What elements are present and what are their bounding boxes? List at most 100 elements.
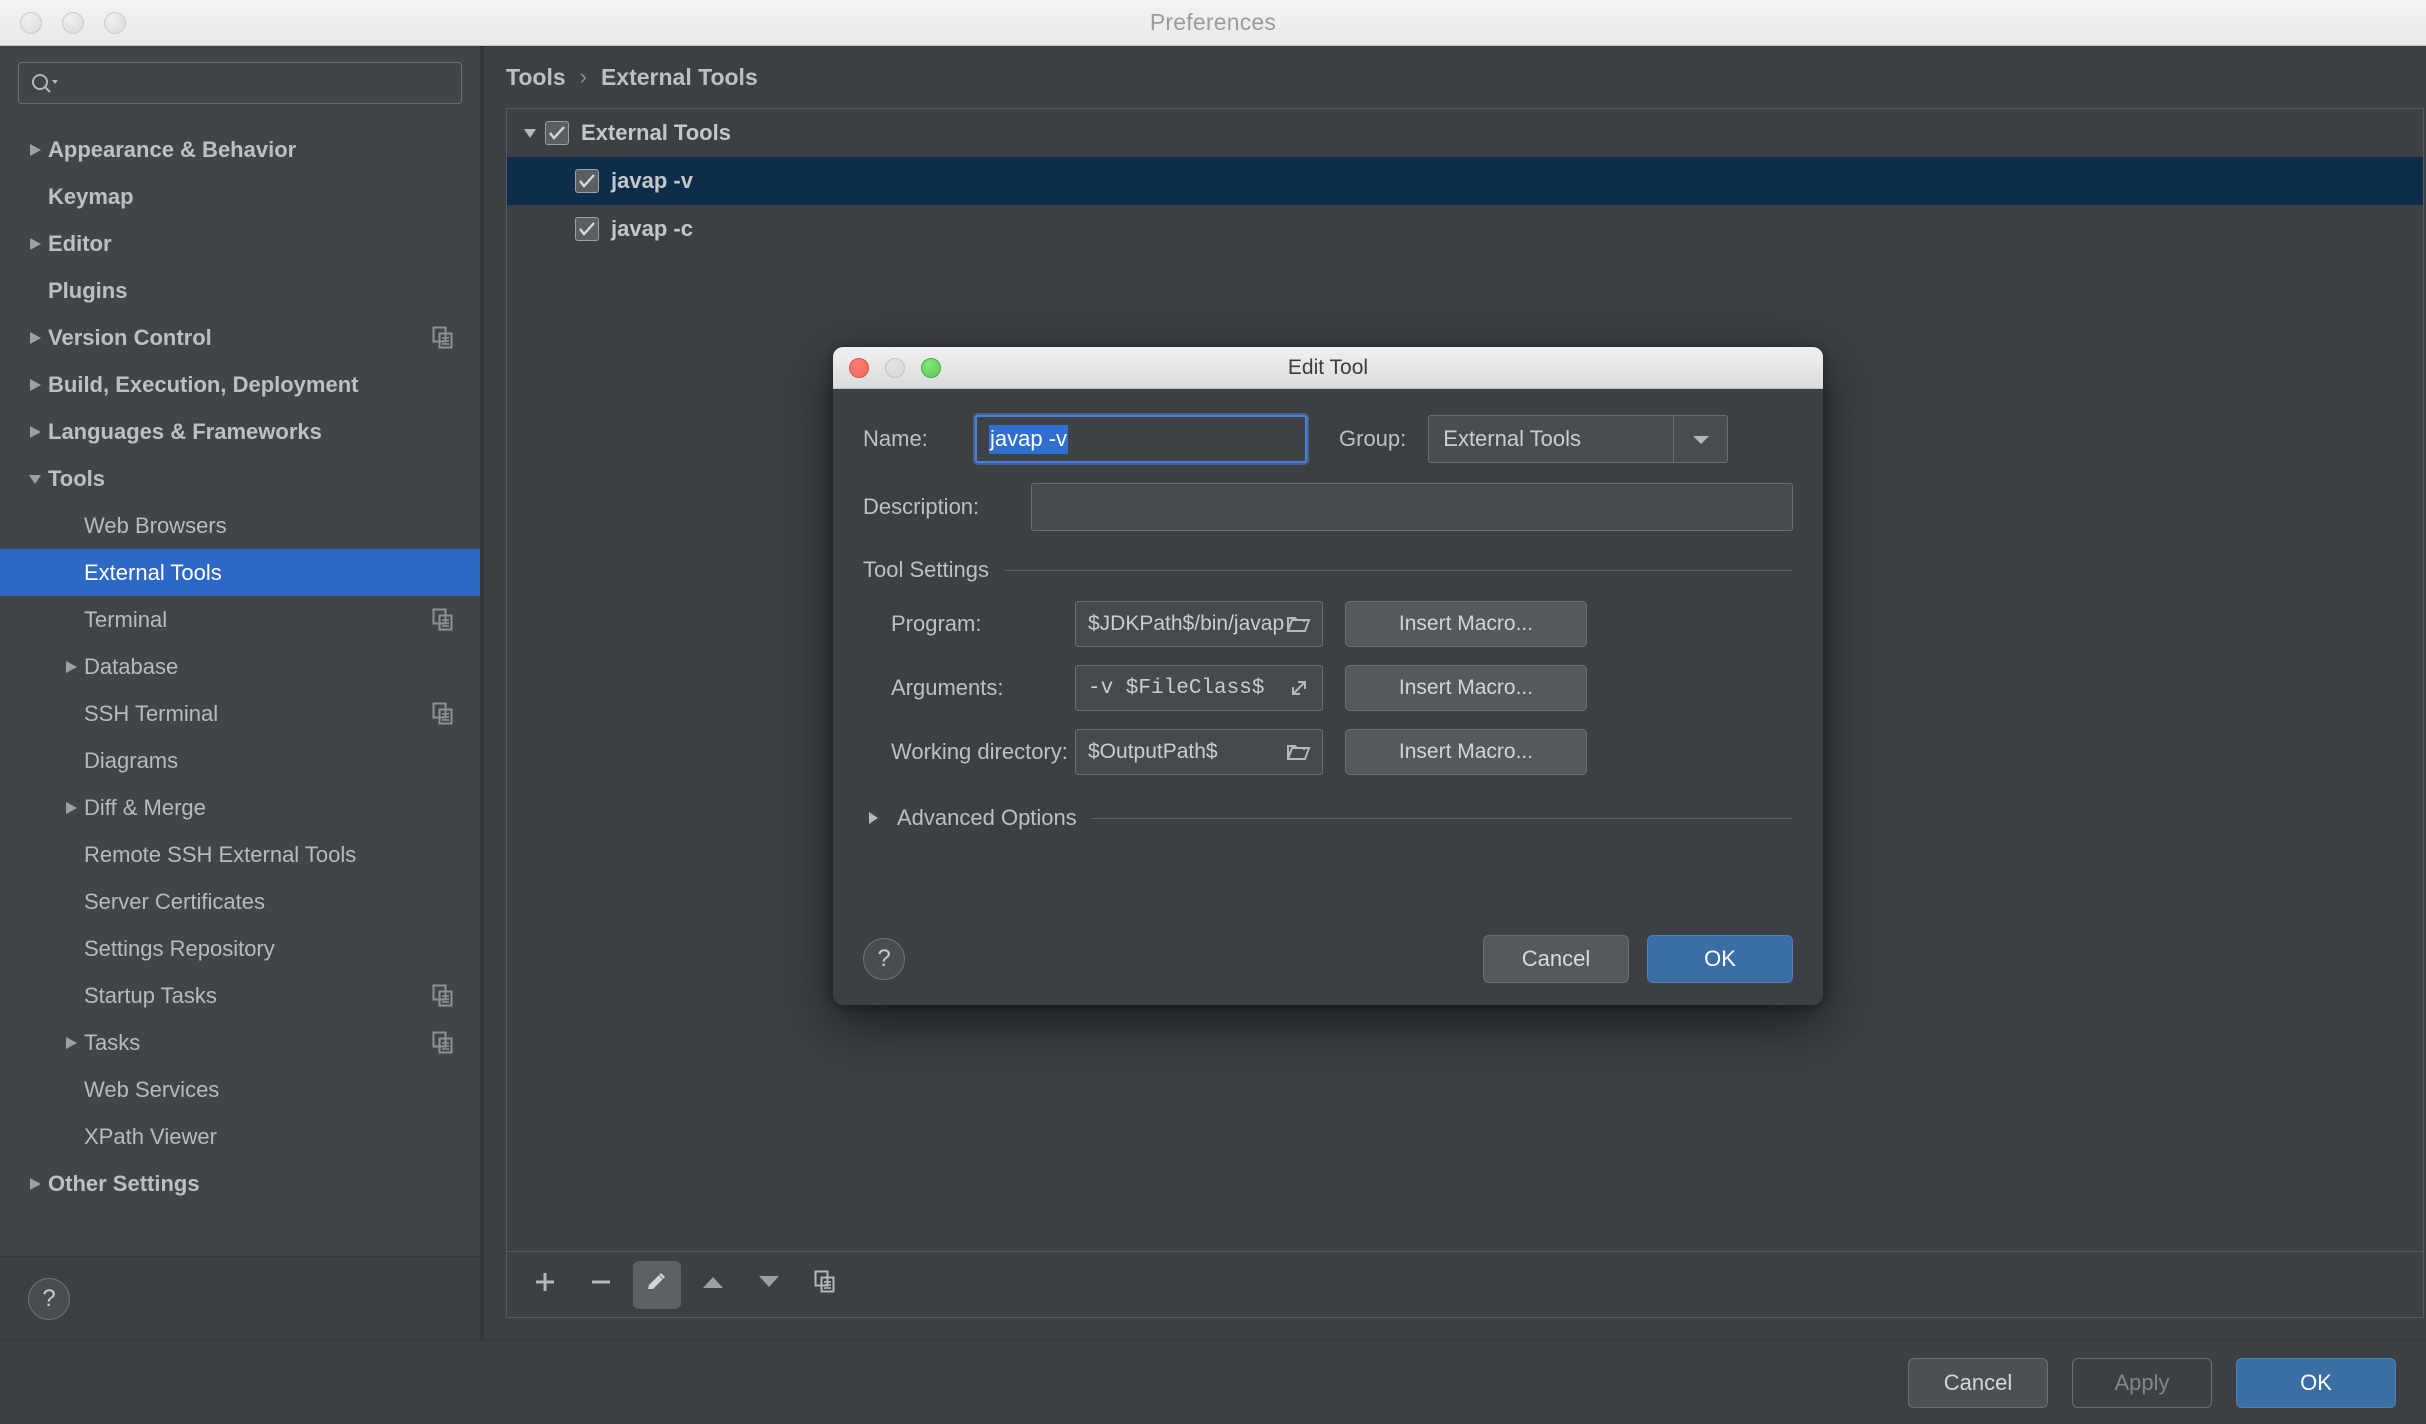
dialog-help-button[interactable]: ? [863, 938, 905, 980]
chevron-right-icon[interactable] [22, 235, 48, 253]
folder-icon[interactable] [1286, 614, 1312, 634]
advanced-divider [1090, 817, 1793, 819]
sidebar-item-label: Keymap [48, 183, 134, 209]
chevron-right-icon[interactable] [22, 423, 48, 441]
expand-icon[interactable] [1286, 676, 1312, 700]
chevron-right-icon[interactable] [58, 1034, 84, 1052]
sidebar-item-keymap[interactable]: Keymap [0, 173, 480, 220]
insert-macro-button[interactable]: Insert Macro... [1345, 665, 1587, 711]
setting-input[interactable]: -v $FileClass$ [1075, 665, 1323, 711]
add-button[interactable] [521, 1261, 569, 1309]
sidebar-item-label: Version Control [48, 324, 212, 350]
sidebar-item-label: Appearance & Behavior [48, 136, 297, 162]
group-select[interactable]: External Tools [1428, 415, 1729, 463]
breadcrumb: Tools › External Tools [484, 46, 2426, 108]
sidebar-item-label: Tasks [84, 1029, 141, 1055]
checkbox[interactable] [545, 121, 569, 145]
sidebar-item-diff-merge[interactable]: Diff & Merge [0, 784, 480, 831]
breadcrumb-current: External Tools [600, 63, 758, 90]
sidebar-item-database[interactable]: Database [0, 643, 480, 690]
apply-button[interactable]: Apply [2072, 1357, 2212, 1408]
tree-row[interactable]: javap -v [507, 157, 2423, 205]
sidebar-item-remote-ssh-external-tools[interactable]: Remote SSH External Tools [0, 831, 480, 878]
copy-icon [432, 1031, 454, 1055]
sidebar-item-external-tools[interactable]: External Tools [0, 549, 480, 596]
tree-row[interactable]: javap -c [507, 205, 2423, 253]
sidebar-item-label: Languages & Frameworks [48, 418, 322, 444]
chevron-right-icon[interactable] [22, 1175, 48, 1193]
chevron-right-icon[interactable] [58, 658, 84, 676]
remove-button[interactable] [577, 1261, 625, 1309]
sidebar-item-label: Plugins [48, 277, 128, 303]
setting-row: Working directory: $OutputPath$ Insert Mac… [863, 729, 1793, 775]
sidebar-item-web-browsers[interactable]: Web Browsers [0, 502, 480, 549]
sidebar-item-label: Startup Tasks [84, 982, 217, 1008]
sidebar-item-settings-repository[interactable]: Settings Repository [0, 925, 480, 972]
description-label: Description: [863, 494, 980, 519]
sidebar-item-xpath-viewer[interactable]: XPath Viewer [0, 1113, 480, 1160]
chevron-right-icon[interactable] [58, 799, 84, 817]
checkbox[interactable] [575, 169, 599, 193]
sidebar-item-tools[interactable]: Tools [0, 455, 480, 502]
dialog-cancel-button[interactable]: Cancel [1483, 935, 1629, 983]
chevron-down-icon[interactable] [1673, 416, 1727, 462]
copy-icon [814, 1270, 836, 1299]
advanced-options-row[interactable]: Advanced Options [863, 805, 1793, 831]
ok-button[interactable]: OK [2236, 1357, 2396, 1408]
setting-row: Program: $JDKPath$/bin/javap Insert Macro.… [863, 601, 1793, 647]
copy-icon [432, 608, 454, 632]
sidebar-item-ssh-terminal[interactable]: SSH Terminal [0, 690, 480, 737]
sidebar-item-label: Diff & Merge [84, 794, 206, 820]
move-up-button[interactable] [689, 1261, 737, 1309]
sidebar-item-terminal[interactable]: Terminal [0, 596, 480, 643]
name-input[interactable]: javap -v [975, 415, 1307, 463]
description-input[interactable] [1031, 483, 1793, 531]
insert-macro-button[interactable]: Insert Macro... [1345, 601, 1587, 647]
tree-row-label: javap -c [611, 216, 693, 241]
settings-category-tree: Appearance & Behavior Keymap Editor Plugins… [0, 114, 480, 1256]
folder-icon[interactable] [1286, 742, 1312, 762]
sidebar-item-server-certificates[interactable]: Server Certificates [0, 878, 480, 925]
dialog-ok-button[interactable]: OK [1647, 935, 1793, 983]
sidebar-item-build-execution-deployment[interactable]: Build, Execution, Deployment [0, 361, 480, 408]
settings-sidebar: Appearance & Behavior Keymap Editor Plugins… [0, 46, 484, 1340]
chevron-down-icon[interactable] [515, 125, 545, 141]
group-label: Group: [1339, 426, 1407, 451]
tree-row[interactable]: External Tools [507, 109, 2423, 157]
copy-icon [432, 702, 454, 726]
setting-input-value: $OutputPath$ [1088, 740, 1218, 763]
chevron-down-icon[interactable] [22, 471, 48, 487]
search-input[interactable] [59, 71, 451, 95]
sidebar-item-tasks[interactable]: Tasks [0, 1019, 480, 1066]
insert-macro-button[interactable]: Insert Macro... [1345, 729, 1587, 775]
sidebar-item-appearance-behavior[interactable]: Appearance & Behavior [0, 126, 480, 173]
sidebar-item-version-control[interactable]: Version Control [0, 314, 480, 361]
tree-row-label: javap -v [611, 168, 693, 193]
help-button[interactable]: ? [28, 1277, 70, 1320]
breadcrumb-parent[interactable]: Tools [506, 64, 566, 91]
chevron-right-icon[interactable] [22, 329, 48, 347]
search-box[interactable] [18, 62, 462, 104]
sidebar-item-diagrams[interactable]: Diagrams [0, 737, 480, 784]
setting-input[interactable]: $OutputPath$ [1075, 729, 1323, 775]
edit-button[interactable] [633, 1260, 681, 1309]
setting-label: Arguments: [891, 675, 1004, 700]
sidebar-item-other-settings[interactable]: Other Settings [0, 1160, 480, 1207]
description-row: Description: [863, 483, 1793, 531]
sidebar-item-plugins[interactable]: Plugins [0, 267, 480, 314]
move-down-button[interactable] [745, 1261, 793, 1309]
sidebar-item-web-services[interactable]: Web Services [0, 1066, 480, 1113]
sidebar-item-label: XPath Viewer [84, 1123, 217, 1149]
sidebar-item-editor[interactable]: Editor [0, 220, 480, 267]
checkbox[interactable] [575, 217, 599, 241]
setting-input[interactable]: $JDKPath$/bin/javap [1075, 601, 1323, 647]
sidebar-item-startup-tasks[interactable]: Startup Tasks [0, 972, 480, 1019]
chevron-right-icon[interactable] [22, 141, 48, 159]
sidebar-item-label: Remote SSH External Tools [84, 841, 357, 867]
tool-settings-header: Tool Settings [863, 557, 1793, 583]
chevron-right-icon[interactable] [22, 376, 48, 394]
sidebar-item-languages-frameworks[interactable]: Languages & Frameworks [0, 408, 480, 455]
cancel-button[interactable]: Cancel [1908, 1357, 2048, 1408]
sidebar-item-label: Diagrams [84, 747, 179, 773]
copy-button[interactable] [801, 1261, 849, 1309]
